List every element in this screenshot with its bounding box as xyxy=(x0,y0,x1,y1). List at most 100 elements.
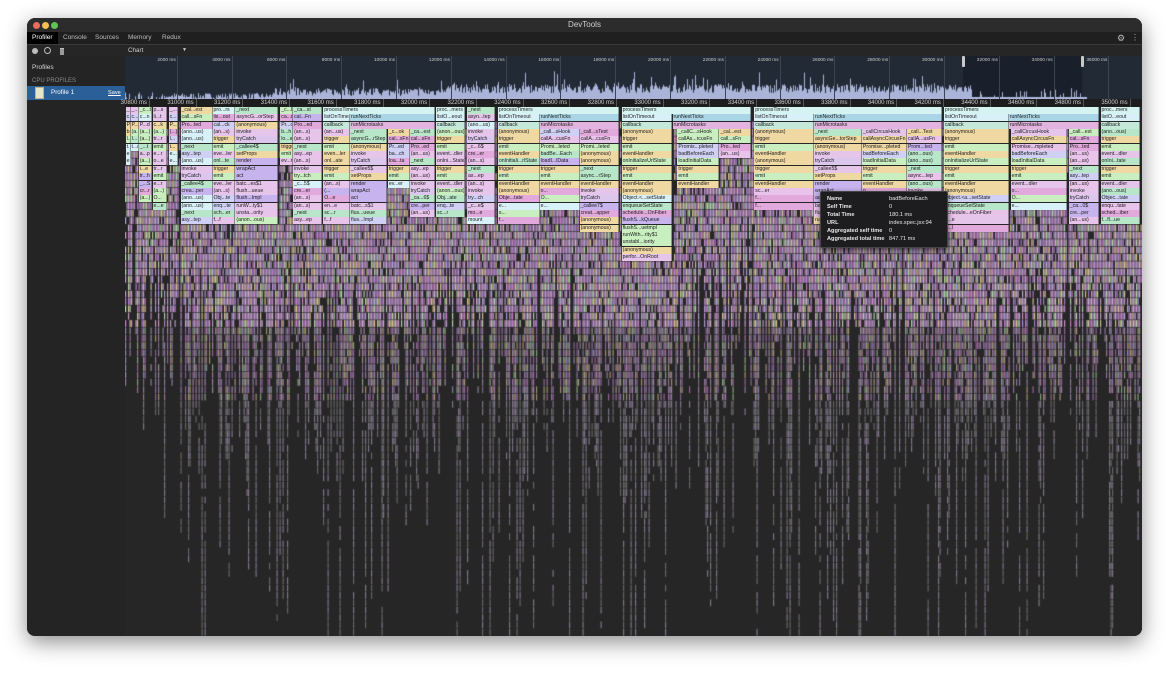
flame-frame[interactable]: (an...s) xyxy=(293,158,323,166)
flame-frame[interactable]: emit xyxy=(323,143,351,151)
flame-frame[interactable]: emit xyxy=(943,143,1009,151)
flame-frame[interactable]: listOnTimeout xyxy=(323,114,351,122)
flame-frame[interactable]: (a...) xyxy=(152,187,167,195)
flame-frame[interactable]: flush...ueue xyxy=(235,187,279,195)
flame-frame[interactable]: (an...s) xyxy=(323,180,351,188)
flame-frame[interactable]: (anonymous) xyxy=(621,246,673,254)
profile-item[interactable]: Profile 1 Save xyxy=(27,86,125,100)
flame-frame[interactable]: emit xyxy=(435,143,465,151)
flame-frame[interactable]: (ano...us) xyxy=(180,129,213,137)
flame-frame[interactable]: emit xyxy=(387,173,410,181)
flame-frame[interactable]: P... xyxy=(130,121,139,129)
flame-frame[interactable]: Promise...pleted xyxy=(861,143,907,151)
flame-frame[interactable]: e... xyxy=(125,151,131,159)
flame-frame[interactable]: f...f xyxy=(212,217,236,225)
flame-frame[interactable]: badBeforeEach xyxy=(1010,151,1067,159)
flame-frame[interactable]: runMicrotasks xyxy=(672,121,752,129)
flame-frame[interactable]: enqueueSetState xyxy=(621,202,673,210)
flame-frame[interactable]: _callCircusHook xyxy=(1010,129,1067,137)
flame-frame[interactable]: (a...) xyxy=(152,129,167,137)
flame-frame[interactable]: invoke xyxy=(1068,187,1099,195)
close-window-button[interactable] xyxy=(33,21,40,29)
flame-frame[interactable]: invoke xyxy=(409,180,436,188)
flame-frame[interactable]: proc...mers xyxy=(435,107,465,114)
flame-frame[interactable]: batc...s$1 xyxy=(350,202,387,210)
flame-frame[interactable]: _next xyxy=(235,107,279,114)
flame-frame[interactable]: listOnTimeout xyxy=(943,114,1009,122)
minimize-window-button[interactable] xyxy=(42,21,49,29)
flame-frame[interactable]: (ano...ous) xyxy=(1100,187,1141,195)
flame-frame[interactable]: (an...us) xyxy=(1068,158,1099,166)
flame-frame[interactable]: eventHandler xyxy=(861,180,907,188)
tab-memory[interactable]: Memory xyxy=(123,32,156,44)
flame-frame[interactable]: Prom...ted xyxy=(906,143,942,151)
flame-frame[interactable]: (anonymous) xyxy=(235,121,279,129)
flame-frame[interactable]: asyncG...orStep xyxy=(235,114,279,122)
flame-frame[interactable]: cal...sFn xyxy=(409,136,436,144)
flame-frame[interactable]: runNextTicks xyxy=(672,114,752,122)
flame-frame[interactable]: Object.<...setState xyxy=(621,195,673,203)
flame-frame[interactable]: runNextTicks xyxy=(814,114,942,122)
flame-frame[interactable]: emit xyxy=(621,143,673,151)
flame-frame[interactable]: eve...ler xyxy=(212,180,236,188)
flame-frame[interactable]: e... xyxy=(497,202,540,210)
flame-frame[interactable]: _c...5$ xyxy=(293,180,323,188)
flame-frame[interactable]: eventHandler xyxy=(621,151,673,159)
flame-frame[interactable]: event...dler xyxy=(1100,180,1141,188)
flame-frame[interactable]: sc...r xyxy=(435,209,465,217)
flame-frame[interactable]: loadInitialData xyxy=(677,158,720,166)
flame-frame[interactable]: (ano...ous) xyxy=(906,151,942,159)
flame-frame[interactable]: emit xyxy=(280,151,294,159)
flame-frame[interactable]: trigger xyxy=(754,136,814,144)
flame-frame[interactable]: proc...mers xyxy=(1100,107,1141,114)
flame-frame[interactable]: call...sFn xyxy=(180,114,213,122)
flame-frame[interactable]: ca...n xyxy=(280,114,294,122)
zoom-window-button[interactable] xyxy=(51,21,58,29)
flame-frame[interactable]: (an...s) xyxy=(293,136,323,144)
flame-frame[interactable]: _next xyxy=(180,143,213,151)
flame-frame[interactable]: eventHandler xyxy=(943,151,1009,159)
flame-frame[interactable]: onInitiali...rlState xyxy=(497,158,540,166)
flame-frame[interactable]: emit xyxy=(1100,173,1141,181)
flame-frame[interactable]: (anonymous) xyxy=(579,217,620,225)
flame-frame[interactable]: trigger xyxy=(387,165,410,173)
flame-frame[interactable]: callback xyxy=(754,121,814,129)
flame-frame[interactable]: even...ler xyxy=(323,151,351,159)
flame-frame[interactable]: onIni...tate xyxy=(1100,158,1141,166)
flame-frame[interactable]: pro...rs xyxy=(212,107,236,114)
flame-frame[interactable]: async...tep xyxy=(906,173,942,181)
flame-frame[interactable]: processTimers xyxy=(323,107,436,114)
flame-frame[interactable]: enq...te xyxy=(435,202,465,210)
flame-frame[interactable]: loadI...lData xyxy=(539,158,580,166)
flame-frame[interactable]: trigger xyxy=(280,143,294,151)
flame-frame[interactable]: Obj...ate xyxy=(435,195,465,203)
flame-frame[interactable]: Promise...mpleted xyxy=(1010,143,1067,151)
flame-frame[interactable]: Pro...ed xyxy=(409,143,436,151)
flame-frame[interactable]: runNextTicks xyxy=(539,114,620,122)
flame-frame[interactable]: callback xyxy=(323,121,351,129)
flame-frame[interactable]: o...e xyxy=(152,158,167,166)
flame-frame[interactable]: _... xyxy=(168,107,179,114)
flame-frame[interactable]: (a...) xyxy=(138,195,153,203)
flame-frame[interactable]: invoke xyxy=(293,165,323,173)
flame-frame[interactable]: cre...per xyxy=(1068,209,1099,217)
flame-frame[interactable]: _callee5$ xyxy=(814,165,862,173)
flame-frame[interactable]: runW...ty$1 xyxy=(235,202,279,210)
flame-frame[interactable]: processTimers xyxy=(497,107,620,114)
flame-frame[interactable]: (anonymous) xyxy=(621,187,673,195)
flame-frame[interactable]: _next xyxy=(906,165,942,173)
flame-frame[interactable]: unstabl...iority xyxy=(621,239,673,247)
flame-frame[interactable]: cre...per xyxy=(409,202,436,210)
flame-frame[interactable]: callA...cusFn xyxy=(579,136,620,144)
flame-frame[interactable]: asy...tep xyxy=(180,151,213,159)
flame-frame[interactable]: _...S xyxy=(138,180,153,188)
overview-selection-handle[interactable] xyxy=(962,56,966,67)
trash-icon[interactable] xyxy=(60,47,64,55)
flame-frame[interactable]: e...r xyxy=(152,151,167,159)
flame-frame[interactable]: event...dler xyxy=(435,180,465,188)
flame-frame[interactable]: schedule...eOnFiber xyxy=(943,209,1009,217)
flame-frame[interactable]: _callC...sHook xyxy=(677,129,720,137)
flame-frame[interactable]: (an...us) xyxy=(1068,180,1099,188)
flame-chart[interactable]: _...c...P...b...l...at...re...e..._...c.… xyxy=(125,107,1142,636)
flame-frame[interactable]: trigger xyxy=(621,165,673,173)
